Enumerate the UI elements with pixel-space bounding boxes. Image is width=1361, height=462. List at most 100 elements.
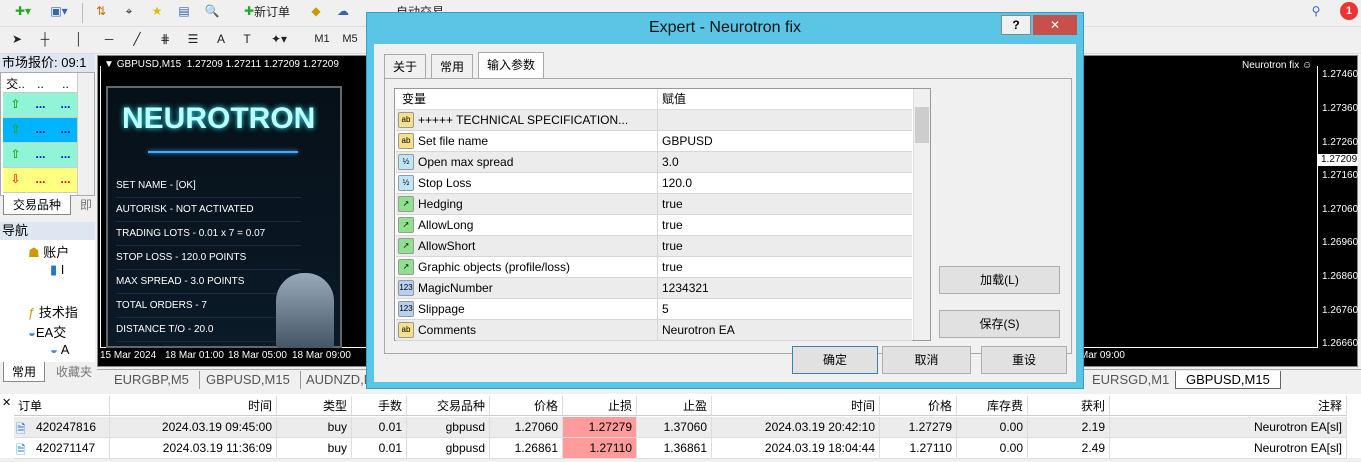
param-value[interactable]: 5 bbox=[657, 299, 913, 319]
column-header[interactable]: 时间 bbox=[110, 396, 277, 416]
ok-button[interactable]: 确定 bbox=[792, 346, 878, 374]
close-icon[interactable]: ✕ bbox=[2, 396, 11, 409]
param-row[interactable]: 123 Slippage 5 bbox=[396, 299, 912, 320]
crosshair-button[interactable]: ⌖ bbox=[118, 0, 140, 22]
param-name: Slippage bbox=[418, 302, 465, 316]
save-button[interactable]: 保存(S) bbox=[939, 310, 1060, 338]
param-row[interactable]: ab Comments Neurotron EA bbox=[396, 320, 912, 341]
nav-item-expert[interactable]: ◒ A bbox=[50, 342, 69, 357]
close-button[interactable]: ✕ bbox=[1033, 15, 1077, 35]
column-header[interactable]: 手数 bbox=[352, 396, 407, 416]
tester-button[interactable]: 🔍 bbox=[201, 0, 223, 22]
tab-inputs[interactable]: 输入参数 bbox=[478, 52, 545, 79]
ea-info-panel: NEUROTRON SET NAME - [OK] AUTORISK - NOT… bbox=[106, 86, 342, 348]
market-watch-row[interactable]: ⇧...... bbox=[3, 93, 78, 118]
market-watch-row[interactable]: ⇧...... bbox=[3, 118, 78, 143]
param-row[interactable]: ↗ Graphic objects (profile/loss) true bbox=[396, 257, 912, 278]
text-icon[interactable]: A bbox=[210, 28, 232, 50]
param-row[interactable]: ½ Stop Loss 120.0 bbox=[396, 173, 912, 194]
order-cell: 1.27110 bbox=[880, 438, 957, 458]
tab-common[interactable]: 常用 bbox=[3, 362, 45, 382]
chart-tab[interactable]: GBPUSD,M15 bbox=[196, 371, 301, 389]
nav-item-experts[interactable]: ◒EA交 bbox=[28, 322, 66, 341]
tab-symbols[interactable]: 交易品种 bbox=[3, 195, 71, 215]
param-value[interactable]: true bbox=[657, 236, 913, 256]
text-label-icon[interactable]: T bbox=[236, 28, 258, 50]
param-value[interactable]: 120.0 bbox=[657, 173, 913, 193]
param-value[interactable]: true bbox=[657, 215, 913, 235]
fibo-lines-icon[interactable]: ☰ bbox=[182, 28, 204, 50]
chart-tab[interactable]: EURSGD,M1 bbox=[1082, 371, 1181, 389]
new-order-button[interactable]: ✚ 新订单 bbox=[236, 0, 298, 22]
tab-common[interactable]: 常用 bbox=[431, 54, 474, 78]
column-header[interactable]: 时间 bbox=[712, 396, 880, 416]
vertical-line-icon[interactable]: │ bbox=[68, 28, 90, 50]
nav-item-accounts[interactable]: ☗ 账户 bbox=[28, 242, 69, 261]
chart-tab-active[interactable]: GBPUSD,M15 bbox=[1175, 371, 1281, 389]
order-cell: 1.27110 bbox=[563, 438, 637, 458]
param-row[interactable]: ab Set file name GBPUSD bbox=[396, 131, 912, 152]
fibo-icon[interactable]: ⋕ bbox=[154, 28, 176, 50]
market-watch-row[interactable]: ⇧...... bbox=[3, 143, 78, 168]
new-chart-button[interactable]: ✚▾ bbox=[6, 0, 40, 22]
market-watch-button[interactable]: ⇅ bbox=[90, 0, 112, 22]
column-header[interactable]: 价格 bbox=[880, 396, 957, 416]
param-value[interactable]: Neurotron EA bbox=[657, 320, 913, 340]
reset-button[interactable]: 重设 bbox=[981, 346, 1067, 374]
nav-item-account[interactable]: ▮ I bbox=[50, 262, 64, 278]
column-header[interactable]: 价格 bbox=[490, 396, 563, 416]
load-button[interactable]: 加载(L) bbox=[939, 266, 1060, 294]
column-header[interactable]: 类型 bbox=[277, 396, 352, 416]
navigator-tree: ☗ 账户 ▮ I ƒ 技术指 ◒EA交 ◒ A bbox=[0, 240, 95, 362]
column-header[interactable]: 交易品种 bbox=[407, 396, 490, 416]
vps-button[interactable]: ☁ bbox=[332, 0, 354, 22]
tab-tick-chart[interactable]: 即 bbox=[80, 195, 92, 215]
column-header[interactable]: 获利 bbox=[1028, 396, 1110, 416]
param-value[interactable]: true bbox=[657, 194, 913, 214]
robot-image bbox=[276, 273, 334, 348]
param-value[interactable]: 3.0 bbox=[657, 152, 913, 172]
metaeditor-button[interactable]: ◆ bbox=[305, 0, 327, 22]
nav-item-indicators[interactable]: ƒ 技术指 bbox=[28, 302, 78, 321]
market-watch-scrollbar[interactable] bbox=[77, 73, 94, 195]
param-row[interactable]: ab +++++ TECHNICAL SPECIFICATION... bbox=[396, 110, 912, 131]
param-value[interactable]: 1234321 bbox=[657, 278, 913, 298]
timeframe-m5[interactable]: M5 bbox=[338, 28, 362, 50]
market-watch-row[interactable]: ⇩...... bbox=[3, 168, 78, 193]
param-row[interactable]: ↗ AllowLong true bbox=[396, 215, 912, 236]
column-header[interactable]: 止损 bbox=[563, 396, 637, 416]
scroll-thumb[interactable] bbox=[915, 107, 929, 143]
param-value[interactable]: true bbox=[657, 257, 913, 277]
cursor-icon[interactable]: ➤ bbox=[6, 28, 28, 50]
trendline-icon[interactable]: ╱ bbox=[126, 28, 148, 50]
horizontal-line-icon[interactable]: ─ bbox=[98, 28, 120, 50]
dialog-title: Expert - Neurotron fix bbox=[648, 19, 802, 36]
help-button[interactable]: ? bbox=[1001, 15, 1031, 35]
param-row[interactable]: ½ Open max spread 3.0 bbox=[396, 152, 912, 173]
column-header[interactable]: 库存费 bbox=[957, 396, 1028, 416]
param-row[interactable]: ↗ Hedging true bbox=[396, 194, 912, 215]
column-header[interactable]: 注释 bbox=[1110, 396, 1347, 416]
column-header[interactable]: 止盈 bbox=[637, 396, 712, 416]
param-row[interactable]: 123 MagicNumber 1234321 bbox=[396, 278, 912, 299]
timeframe-m1[interactable]: M1 bbox=[310, 28, 334, 50]
param-value[interactable]: GBPUSD bbox=[657, 131, 913, 151]
params-scrollbar[interactable] bbox=[913, 89, 930, 340]
arrows-icon[interactable]: ✦▾ bbox=[262, 28, 296, 50]
param-row[interactable]: ↗ AllowShort true bbox=[396, 236, 912, 257]
tab-about[interactable]: 关于 bbox=[384, 54, 427, 78]
navigator-button[interactable]: ★ bbox=[146, 0, 168, 22]
cancel-button[interactable]: 取消 bbox=[882, 346, 971, 374]
param-value[interactable] bbox=[657, 110, 913, 130]
param-type-bool-icon: ↗ bbox=[398, 196, 414, 212]
profiles-button[interactable]: ▣▾ bbox=[44, 0, 74, 22]
tab-favorites[interactable]: 收藏夹 bbox=[56, 362, 92, 382]
price-tick: 1.27360 bbox=[1322, 103, 1359, 114]
notification-badge[interactable]: 1 bbox=[1340, 2, 1358, 20]
param-type-int-icon: 123 bbox=[398, 301, 414, 317]
terminal-button[interactable]: ▤ bbox=[173, 0, 195, 22]
column-header[interactable]: 订单 bbox=[14, 396, 110, 416]
crosshair-icon[interactable]: ┼ bbox=[34, 28, 56, 50]
chart-tab[interactable]: EURGBP,M5 bbox=[104, 371, 200, 389]
search-icon[interactable]: ⚲ bbox=[1306, 0, 1326, 22]
